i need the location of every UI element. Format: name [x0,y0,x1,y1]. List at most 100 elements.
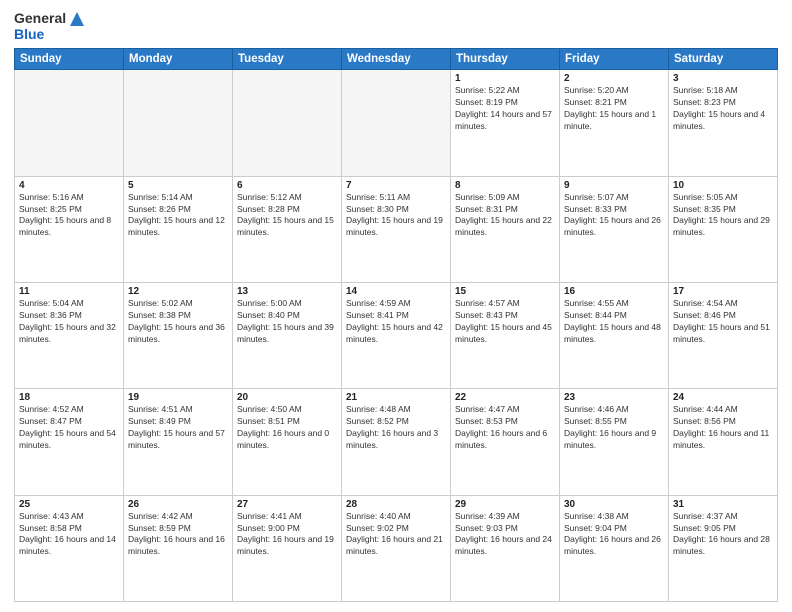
day-number: 9 [564,180,664,191]
calendar-cell: 31Sunrise: 4:37 AMSunset: 9:05 PMDayligh… [669,495,778,601]
day-info: Sunrise: 5:07 AMSunset: 8:33 PMDaylight:… [564,192,664,240]
calendar-cell: 19Sunrise: 4:51 AMSunset: 8:49 PMDayligh… [124,389,233,495]
day-number: 15 [455,286,555,297]
calendar-cell [124,70,233,176]
calendar-week-row: 1Sunrise: 5:22 AMSunset: 8:19 PMDaylight… [15,70,778,176]
day-info: Sunrise: 5:04 AMSunset: 8:36 PMDaylight:… [19,298,119,346]
logo-general: General [14,10,84,26]
day-number: 3 [673,73,773,84]
day-number: 7 [346,180,446,191]
header: General Blue [14,10,778,42]
day-number: 2 [564,73,664,84]
calendar-cell: 22Sunrise: 4:47 AMSunset: 8:53 PMDayligh… [451,389,560,495]
logo-blue: Blue [14,26,84,42]
calendar-cell: 29Sunrise: 4:39 AMSunset: 9:03 PMDayligh… [451,495,560,601]
calendar-cell [233,70,342,176]
day-info: Sunrise: 5:12 AMSunset: 8:28 PMDaylight:… [237,192,337,240]
calendar-cell: 14Sunrise: 4:59 AMSunset: 8:41 PMDayligh… [342,283,451,389]
calendar-day-header: Friday [560,49,669,70]
day-number: 21 [346,392,446,403]
calendar-cell: 21Sunrise: 4:48 AMSunset: 8:52 PMDayligh… [342,389,451,495]
day-info: Sunrise: 5:09 AMSunset: 8:31 PMDaylight:… [455,192,555,240]
calendar-cell: 1Sunrise: 5:22 AMSunset: 8:19 PMDaylight… [451,70,560,176]
day-info: Sunrise: 4:40 AMSunset: 9:02 PMDaylight:… [346,511,446,559]
day-info: Sunrise: 4:57 AMSunset: 8:43 PMDaylight:… [455,298,555,346]
calendar-cell: 26Sunrise: 4:42 AMSunset: 8:59 PMDayligh… [124,495,233,601]
calendar-table: SundayMondayTuesdayWednesdayThursdayFrid… [14,48,778,602]
calendar-cell: 15Sunrise: 4:57 AMSunset: 8:43 PMDayligh… [451,283,560,389]
calendar-week-row: 18Sunrise: 4:52 AMSunset: 8:47 PMDayligh… [15,389,778,495]
calendar-week-row: 4Sunrise: 5:16 AMSunset: 8:25 PMDaylight… [15,176,778,282]
day-number: 12 [128,286,228,297]
day-number: 31 [673,499,773,510]
day-number: 19 [128,392,228,403]
day-number: 1 [455,73,555,84]
day-number: 22 [455,392,555,403]
day-info: Sunrise: 5:00 AMSunset: 8:40 PMDaylight:… [237,298,337,346]
calendar-cell [342,70,451,176]
day-number: 16 [564,286,664,297]
calendar-cell: 27Sunrise: 4:41 AMSunset: 9:00 PMDayligh… [233,495,342,601]
calendar-cell: 12Sunrise: 5:02 AMSunset: 8:38 PMDayligh… [124,283,233,389]
calendar-cell: 30Sunrise: 4:38 AMSunset: 9:04 PMDayligh… [560,495,669,601]
day-info: Sunrise: 4:39 AMSunset: 9:03 PMDaylight:… [455,511,555,559]
day-number: 18 [19,392,119,403]
day-number: 13 [237,286,337,297]
calendar-cell [15,70,124,176]
day-number: 14 [346,286,446,297]
day-info: Sunrise: 4:37 AMSunset: 9:05 PMDaylight:… [673,511,773,559]
day-info: Sunrise: 4:52 AMSunset: 8:47 PMDaylight:… [19,404,119,452]
day-number: 6 [237,180,337,191]
logo-text: General Blue [14,10,84,42]
calendar-cell: 16Sunrise: 4:55 AMSunset: 8:44 PMDayligh… [560,283,669,389]
calendar-day-header: Saturday [669,49,778,70]
calendar-cell: 8Sunrise: 5:09 AMSunset: 8:31 PMDaylight… [451,176,560,282]
day-info: Sunrise: 4:38 AMSunset: 9:04 PMDaylight:… [564,511,664,559]
day-info: Sunrise: 4:43 AMSunset: 8:58 PMDaylight:… [19,511,119,559]
calendar-cell: 10Sunrise: 5:05 AMSunset: 8:35 PMDayligh… [669,176,778,282]
day-info: Sunrise: 5:16 AMSunset: 8:25 PMDaylight:… [19,192,119,240]
calendar-day-header: Thursday [451,49,560,70]
day-info: Sunrise: 4:54 AMSunset: 8:46 PMDaylight:… [673,298,773,346]
calendar-cell: 2Sunrise: 5:20 AMSunset: 8:21 PMDaylight… [560,70,669,176]
calendar-cell: 24Sunrise: 4:44 AMSunset: 8:56 PMDayligh… [669,389,778,495]
day-info: Sunrise: 5:22 AMSunset: 8:19 PMDaylight:… [455,85,555,133]
day-number: 26 [128,499,228,510]
day-info: Sunrise: 5:05 AMSunset: 8:35 PMDaylight:… [673,192,773,240]
day-number: 4 [19,180,119,191]
calendar-day-header: Monday [124,49,233,70]
day-info: Sunrise: 5:02 AMSunset: 8:38 PMDaylight:… [128,298,228,346]
day-info: Sunrise: 5:11 AMSunset: 8:30 PMDaylight:… [346,192,446,240]
calendar-cell: 7Sunrise: 5:11 AMSunset: 8:30 PMDaylight… [342,176,451,282]
calendar-week-row: 25Sunrise: 4:43 AMSunset: 8:58 PMDayligh… [15,495,778,601]
day-info: Sunrise: 4:41 AMSunset: 9:00 PMDaylight:… [237,511,337,559]
day-info: Sunrise: 4:42 AMSunset: 8:59 PMDaylight:… [128,511,228,559]
day-number: 8 [455,180,555,191]
day-number: 30 [564,499,664,510]
day-info: Sunrise: 4:50 AMSunset: 8:51 PMDaylight:… [237,404,337,452]
day-info: Sunrise: 4:51 AMSunset: 8:49 PMDaylight:… [128,404,228,452]
day-number: 20 [237,392,337,403]
calendar-cell: 13Sunrise: 5:00 AMSunset: 8:40 PMDayligh… [233,283,342,389]
day-info: Sunrise: 5:18 AMSunset: 8:23 PMDaylight:… [673,85,773,133]
calendar-week-row: 11Sunrise: 5:04 AMSunset: 8:36 PMDayligh… [15,283,778,389]
calendar-day-header: Sunday [15,49,124,70]
calendar-cell: 25Sunrise: 4:43 AMSunset: 8:58 PMDayligh… [15,495,124,601]
calendar-cell: 4Sunrise: 5:16 AMSunset: 8:25 PMDaylight… [15,176,124,282]
calendar-day-header: Wednesday [342,49,451,70]
day-info: Sunrise: 4:48 AMSunset: 8:52 PMDaylight:… [346,404,446,452]
day-info: Sunrise: 4:59 AMSunset: 8:41 PMDaylight:… [346,298,446,346]
calendar-cell: 3Sunrise: 5:18 AMSunset: 8:23 PMDaylight… [669,70,778,176]
day-number: 11 [19,286,119,297]
page: General Blue SundayMondayTuesdayWednesda… [0,0,792,612]
calendar-cell: 17Sunrise: 4:54 AMSunset: 8:46 PMDayligh… [669,283,778,389]
day-info: Sunrise: 4:46 AMSunset: 8:55 PMDaylight:… [564,404,664,452]
day-number: 24 [673,392,773,403]
calendar-cell: 6Sunrise: 5:12 AMSunset: 8:28 PMDaylight… [233,176,342,282]
calendar-cell: 28Sunrise: 4:40 AMSunset: 9:02 PMDayligh… [342,495,451,601]
day-number: 17 [673,286,773,297]
day-info: Sunrise: 4:44 AMSunset: 8:56 PMDaylight:… [673,404,773,452]
logo: General Blue [14,10,84,42]
calendar-cell: 18Sunrise: 4:52 AMSunset: 8:47 PMDayligh… [15,389,124,495]
calendar-cell: 9Sunrise: 5:07 AMSunset: 8:33 PMDaylight… [560,176,669,282]
